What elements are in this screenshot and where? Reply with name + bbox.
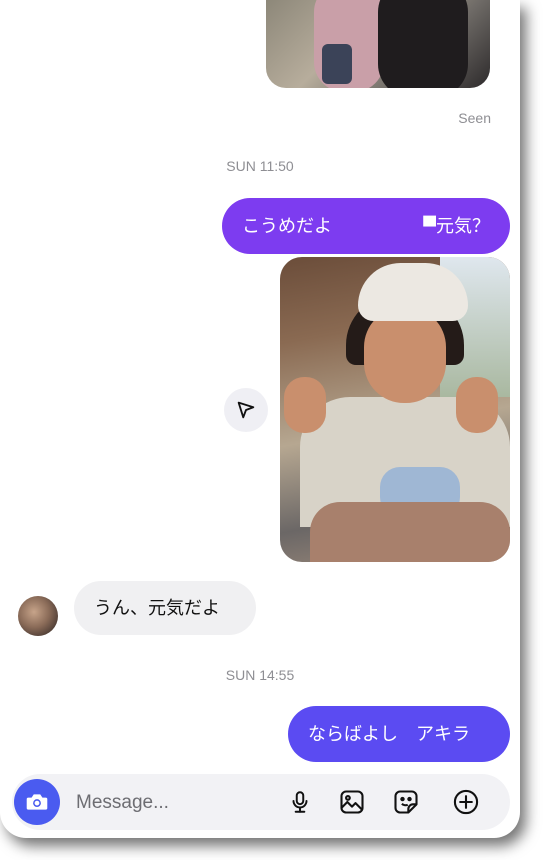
microphone-button[interactable] bbox=[286, 788, 314, 816]
send-arrow-icon bbox=[237, 401, 255, 419]
sent-photo[interactable] bbox=[280, 257, 510, 562]
outgoing-message-bubble[interactable]: ならばよし アキラ bbox=[288, 706, 510, 762]
gallery-button[interactable] bbox=[338, 788, 366, 816]
timestamp: SUN 11:50 bbox=[226, 158, 294, 174]
seen-status: Seen bbox=[458, 110, 491, 126]
plus-icon bbox=[453, 789, 479, 815]
sticker-button[interactable] bbox=[392, 788, 420, 816]
message-text: ▀元気？ bbox=[423, 216, 490, 236]
chat-screen: Seen SUN 11:50 こうめだよ ▀元気？ うん、元気だよ SUN 14… bbox=[0, 0, 520, 838]
microphone-icon bbox=[292, 791, 308, 813]
sent-photo-previous[interactable] bbox=[266, 0, 490, 88]
avatar[interactable] bbox=[18, 596, 58, 636]
message-text: ならばよし アキラ bbox=[308, 724, 470, 744]
camera-button[interactable] bbox=[14, 779, 60, 825]
camera-icon bbox=[26, 794, 48, 810]
more-button[interactable] bbox=[452, 788, 480, 816]
timestamp: SUN 14:55 bbox=[225, 667, 295, 683]
message-text: こうめだよ bbox=[242, 216, 332, 236]
outgoing-message-bubble[interactable]: こうめだよ ▀元気？ bbox=[222, 198, 510, 254]
message-input[interactable] bbox=[74, 774, 258, 832]
gallery-icon bbox=[340, 790, 364, 814]
message-text: うん、元気だよ bbox=[94, 598, 220, 618]
message-composer bbox=[12, 774, 510, 832]
incoming-message-bubble[interactable]: うん、元気だよ bbox=[74, 581, 256, 635]
share-button[interactable] bbox=[224, 388, 268, 432]
sticker-icon bbox=[394, 790, 418, 814]
